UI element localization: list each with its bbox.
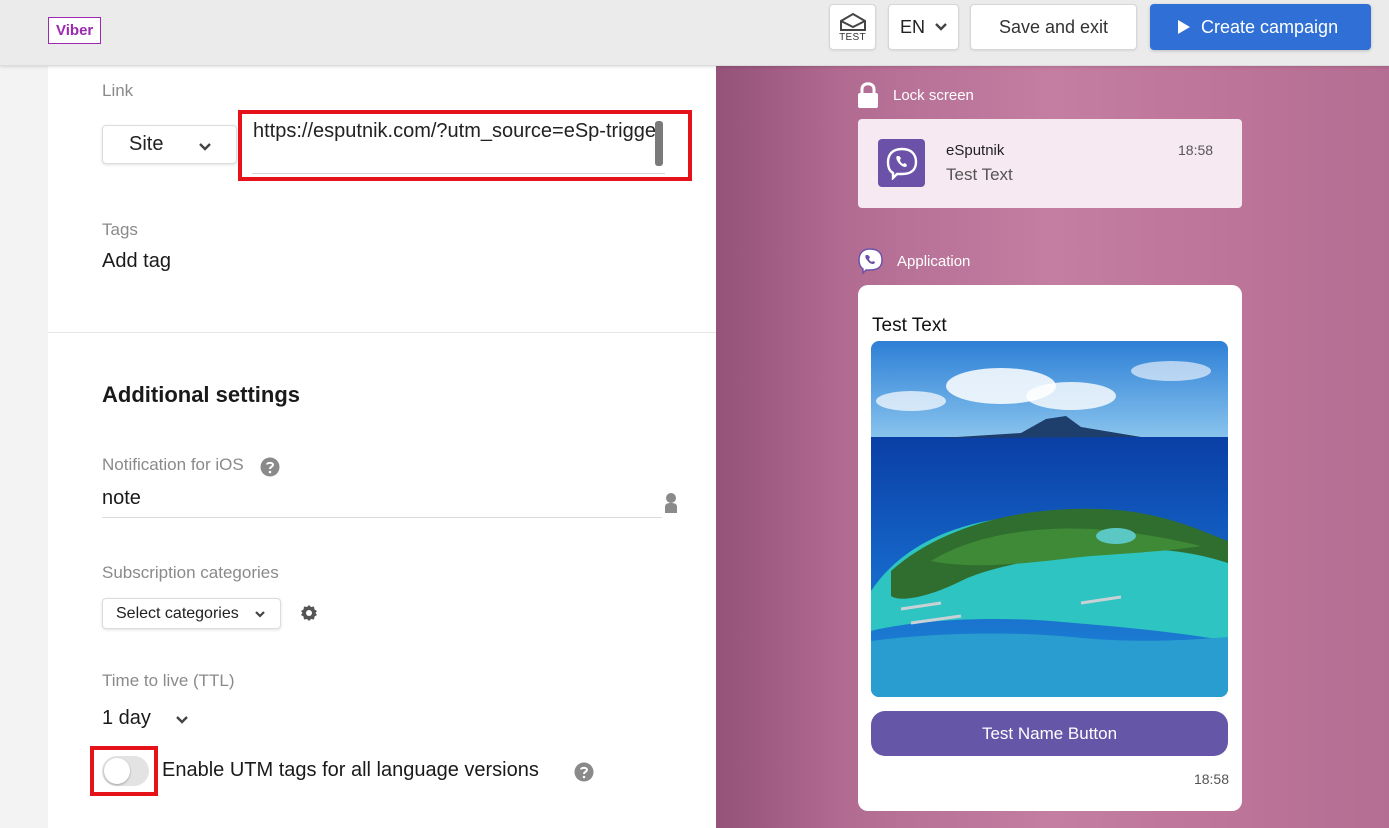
additional-settings-title: Additional settings bbox=[102, 382, 300, 407]
test-send-button[interactable]: TEST bbox=[829, 4, 876, 50]
ttl-select[interactable]: 1 day bbox=[102, 707, 151, 730]
test-label: TEST bbox=[839, 32, 866, 43]
link-url-input[interactable]: https://esputnik.com/?utm_source=eSp-tri… bbox=[253, 118, 663, 145]
link-type-select[interactable]: Site bbox=[102, 125, 237, 164]
message-cta-button[interactable]: Test Name Button bbox=[871, 711, 1228, 756]
message-time: 18:58 bbox=[1193, 771, 1229, 787]
test-envelope-icon bbox=[840, 12, 866, 31]
utm-toggle-highlight bbox=[90, 746, 158, 796]
top-header: Viber TEST EN Save and exit Create campa… bbox=[0, 0, 1389, 66]
save-and-exit-button[interactable]: Save and exit bbox=[970, 4, 1137, 50]
message-settings-panel: Link Site https://esputnik.com/?utm_sour… bbox=[48, 66, 716, 828]
link-type-value: Site bbox=[129, 133, 164, 155]
notification-sender: eSputnik bbox=[946, 142, 1005, 159]
subscription-categories-label: Subscription categories bbox=[102, 563, 279, 582]
viber-icon bbox=[858, 248, 883, 275]
chevron-down-icon bbox=[935, 23, 947, 31]
viber-message-card: Test Text Test Name Button 18:58 bbox=[858, 285, 1242, 811]
tags-label: Tags bbox=[102, 220, 138, 239]
chevron-down-icon bbox=[255, 611, 265, 618]
viber-app-icon bbox=[878, 139, 925, 187]
application-label: Application bbox=[897, 253, 971, 270]
play-icon bbox=[1178, 20, 1190, 34]
lock-icon bbox=[858, 82, 878, 108]
notification-body: Test Text bbox=[946, 165, 1013, 184]
add-tag-link[interactable]: Add tag bbox=[102, 250, 171, 273]
link-highlight: https://esputnik.com/?utm_source=eSp-tri… bbox=[238, 110, 692, 181]
ios-notification-label: Notification for iOS bbox=[102, 455, 244, 474]
section-divider bbox=[48, 332, 716, 333]
language-select[interactable]: EN bbox=[888, 4, 959, 50]
gear-icon[interactable] bbox=[300, 604, 318, 622]
lock-screen-notification: eSputnik Test Text 18:58 bbox=[858, 119, 1242, 208]
message-image bbox=[871, 341, 1228, 697]
chevron-down-icon bbox=[199, 143, 211, 151]
ttl-label: Time to live (TTL) bbox=[102, 671, 235, 690]
message-preview: Lock screen eSputnik Test Text 18:58 App… bbox=[716, 66, 1389, 828]
link-label: Link bbox=[102, 81, 134, 100]
utm-toggle[interactable] bbox=[102, 756, 149, 786]
chevron-down-icon[interactable] bbox=[175, 715, 189, 725]
subscription-categories-select[interactable]: Select categories bbox=[102, 598, 281, 629]
link-scrollbar[interactable] bbox=[655, 121, 663, 166]
ios-underline bbox=[102, 517, 662, 518]
ttl-value: 1 day bbox=[102, 707, 151, 729]
subscription-categories-value: Select categories bbox=[116, 605, 239, 622]
toggle-knob bbox=[104, 758, 130, 784]
preview-shadow bbox=[716, 66, 836, 828]
help-icon[interactable] bbox=[574, 762, 594, 782]
create-campaign-button[interactable]: Create campaign bbox=[1150, 4, 1371, 50]
help-icon[interactable] bbox=[260, 457, 280, 477]
language-value: EN bbox=[900, 17, 926, 37]
link-underline bbox=[252, 173, 665, 174]
create-campaign-label: Create campaign bbox=[1201, 17, 1339, 37]
channel-badge: Viber bbox=[48, 17, 102, 44]
personalization-icon[interactable] bbox=[664, 492, 678, 514]
message-text: Test Text bbox=[872, 315, 947, 336]
notification-time: 18:58 bbox=[1178, 142, 1214, 158]
lock-screen-label: Lock screen bbox=[893, 87, 974, 104]
utm-toggle-label: Enable UTM tags for all language version… bbox=[162, 759, 539, 781]
ios-notification-input[interactable]: note bbox=[102, 487, 141, 510]
